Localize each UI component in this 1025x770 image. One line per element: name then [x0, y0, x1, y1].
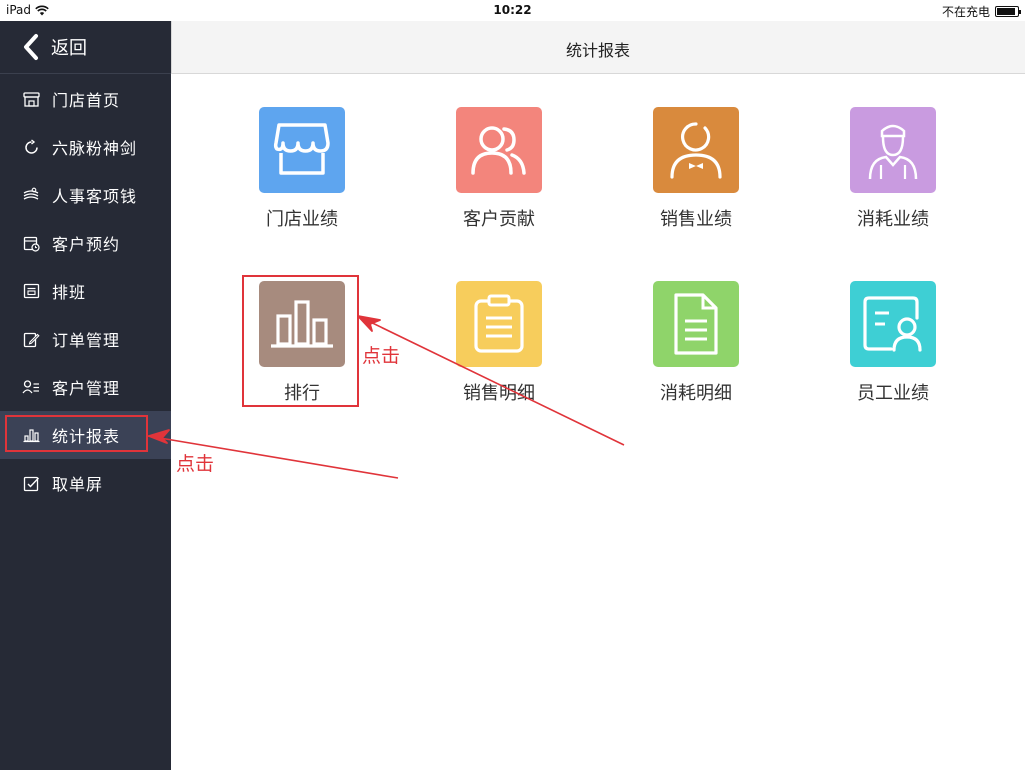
highlight-box-ranking	[242, 275, 359, 407]
tile-label: 消耗业绩	[857, 209, 929, 230]
checkbox-icon	[22, 474, 40, 492]
status-bar: iPad 10:22 不在充电	[0, 0, 1025, 21]
back-label: 返回	[51, 38, 87, 59]
tile-label: 销售业绩	[660, 209, 732, 230]
calendar-clock-icon	[22, 234, 40, 252]
tile-store-performance[interactable]: 门店业绩	[232, 107, 372, 247]
tile-sales-detail[interactable]: 销售明细	[429, 281, 569, 421]
user-list-icon	[22, 378, 40, 396]
sidebar-item-label: 人事客项钱	[52, 187, 138, 206]
page-header: 统计报表	[171, 21, 1025, 74]
sidebar-item-appointments[interactable]: 客户预约	[0, 219, 171, 267]
click-annotation-sidebar: 点击	[176, 453, 215, 475]
battery-icon	[995, 6, 1021, 17]
tile-label: 客户贡献	[463, 209, 535, 230]
tile-label: 门店业绩	[266, 209, 338, 230]
tile-consumption-detail[interactable]: 消耗明细	[626, 281, 766, 421]
sidebar-item-orders[interactable]: 订单管理	[0, 315, 171, 363]
sidebar-item-customers[interactable]: 客户管理	[0, 363, 171, 411]
sidebar-item-liumai[interactable]: 六脉粉神剑	[0, 123, 171, 171]
tile-customer-contribution[interactable]: 客户贡献	[429, 107, 569, 247]
tile-icon-box	[456, 281, 542, 367]
sidebar-item-label: 客户管理	[52, 379, 121, 398]
tile-label: 员工业绩	[857, 383, 929, 404]
sidebar: 返回 门店首页 六脉粉神剑 人事客项钱 客户预约 排班 订单管理 客户管理 统计…	[0, 21, 171, 770]
edit-document-icon	[22, 330, 40, 348]
status-right: 不在充电	[941, 3, 1021, 20]
sidebar-item-personnel[interactable]: 人事客项钱	[0, 171, 171, 219]
worker-icon	[868, 124, 918, 180]
document-icon	[674, 293, 718, 355]
sidebar-item-pickup-screen[interactable]: 取单屏	[0, 459, 171, 507]
highlight-box-sidebar	[5, 415, 148, 452]
layers-icon	[22, 186, 40, 204]
store-awning-icon	[273, 123, 330, 175]
refresh-circle-icon	[22, 138, 40, 156]
sidebar-item-label: 取单屏	[52, 475, 104, 494]
chevron-left-icon	[24, 34, 38, 60]
charging-status: 不在充电	[941, 5, 990, 19]
click-annotation-ranking: 点击	[362, 345, 401, 367]
sidebar-item-label: 六脉粉神剑	[52, 139, 138, 158]
tile-icon-box	[259, 107, 345, 193]
tile-icon-box	[653, 107, 739, 193]
app-root: { "status_bar": { "device": "iPad", "tim…	[0, 0, 1025, 770]
tile-employee-performance[interactable]: 员工业绩	[823, 281, 963, 421]
sidebar-item-label: 门店首页	[52, 91, 121, 110]
storefront-icon	[22, 90, 40, 108]
schedule-board-icon	[22, 282, 40, 300]
sidebar-item-store-home[interactable]: 门店首页	[0, 75, 171, 123]
clipboard-icon	[474, 294, 524, 353]
back-button[interactable]: 返回	[0, 21, 171, 74]
employee-card-icon	[863, 296, 922, 352]
sidebar-item-label: 排班	[52, 283, 87, 302]
tile-label: 消耗明细	[660, 383, 732, 404]
tile-icon-box	[850, 281, 936, 367]
tile-icon-box	[456, 107, 542, 193]
users-icon	[471, 126, 526, 175]
sidebar-item-schedule[interactable]: 排班	[0, 267, 171, 315]
salesperson-icon	[670, 122, 722, 179]
tile-consumption-performance[interactable]: 消耗业绩	[823, 107, 963, 247]
tile-sales-performance[interactable]: 销售业绩	[626, 107, 766, 247]
sidebar-item-label: 订单管理	[52, 331, 121, 350]
tile-icon-box	[653, 281, 739, 367]
sidebar-item-label: 客户预约	[52, 235, 121, 254]
tile-label: 销售明细	[463, 383, 535, 404]
page-title: 统计报表	[565, 41, 630, 60]
tile-icon-box	[850, 107, 936, 193]
status-time: 10:22	[493, 3, 532, 17]
